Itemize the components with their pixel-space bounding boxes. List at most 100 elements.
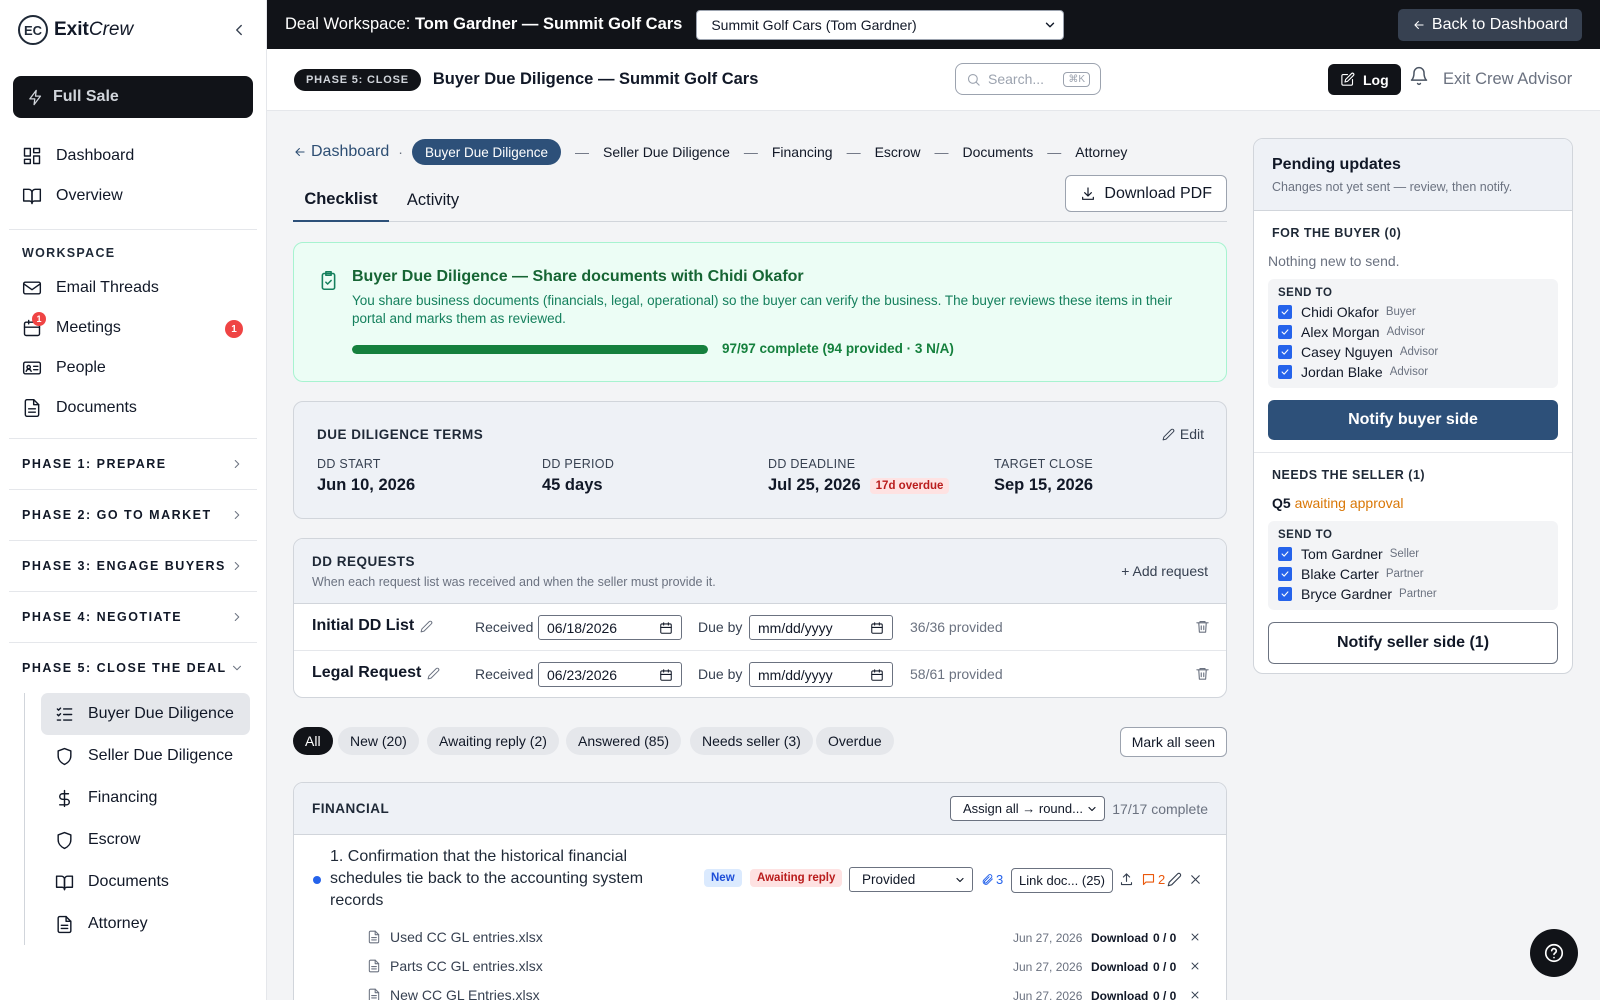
arrow-left-icon: [295, 147, 305, 157]
close-icon[interactable]: [1189, 989, 1201, 1000]
sidebar-item-escrow[interactable]: Escrow: [41, 819, 250, 861]
progress-fill: [352, 345, 708, 354]
deal-mode-button[interactable]: Full Sale: [13, 76, 253, 118]
phase-1-toggle[interactable]: PHASE 1: PREPARE: [0, 439, 266, 489]
filter-all[interactable]: All: [293, 727, 333, 755]
breadcrumb-step-attorney[interactable]: Attorney: [1075, 144, 1127, 160]
sidebar-item-people[interactable]: People: [0, 348, 266, 388]
attachments-count[interactable]: 3: [981, 872, 1003, 887]
recipient-checkbox[interactable]: Blake Carter Partner: [1278, 564, 1548, 584]
mark-all-seen-button[interactable]: Mark all seen: [1119, 727, 1227, 757]
trash-icon[interactable]: [1195, 666, 1210, 681]
pending-question[interactable]: Q5 awaiting approval: [1268, 495, 1558, 511]
workspace-section-label: WORKSPACE: [22, 246, 116, 260]
pending-title: Pending updates: [1272, 156, 1401, 173]
pencil-icon[interactable]: [420, 620, 433, 633]
received-date-input[interactable]: 06/23/2026: [538, 662, 682, 687]
download-link[interactable]: Download: [1091, 931, 1148, 945]
phase-3-toggle[interactable]: PHASE 3: ENGAGE BUYERS: [0, 541, 266, 591]
phase-5-toggle[interactable]: PHASE 5: CLOSE THE DEAL: [0, 643, 266, 693]
sidebar-item-dashboard[interactable]: Dashboard: [0, 136, 266, 176]
book-icon: [55, 874, 74, 890]
meetings-icon-badge: 1: [32, 312, 46, 326]
log-button[interactable]: Log: [1328, 64, 1401, 95]
sidebar-item-meetings[interactable]: 1 Meetings 1: [0, 308, 266, 348]
search-shortcut: ⌘K: [1063, 71, 1090, 87]
document-icon: [57, 915, 72, 933]
pencil-icon[interactable]: [1167, 872, 1182, 887]
comments-count[interactable]: 2: [1141, 872, 1165, 887]
breadcrumb-step-escrow[interactable]: Escrow: [875, 144, 921, 160]
received-date-input[interactable]: 06/18/2026: [538, 615, 682, 640]
download-link[interactable]: Download: [1091, 960, 1148, 974]
chevron-down-icon: [1088, 806, 1096, 811]
bell-icon[interactable]: [1409, 66, 1429, 86]
user-menu[interactable]: Exit Crew Advisor: [1443, 70, 1572, 89]
pencil-icon[interactable]: [427, 667, 440, 680]
file-name[interactable]: Parts CC GL entries.xlsx: [390, 958, 543, 974]
filter-needs-seller[interactable]: Needs seller (3): [690, 727, 813, 755]
upload-icon[interactable]: [1119, 872, 1134, 887]
add-request-button[interactable]: + Add request: [1121, 563, 1208, 579]
dd-requests-subtitle: When each request list was received and …: [312, 575, 716, 589]
deal-select[interactable]: Summit Golf Cars (Tom Gardner): [696, 9, 1065, 40]
tab-activity[interactable]: Activity: [389, 178, 477, 222]
tab-checklist[interactable]: Checklist: [293, 178, 389, 222]
edit-terms-button[interactable]: Edit: [1162, 426, 1204, 442]
trash-icon[interactable]: [1195, 619, 1210, 634]
due-date-input[interactable]: mm/dd/yyyy: [749, 662, 893, 687]
chevron-right-icon: [234, 510, 240, 520]
close-icon[interactable]: [1189, 960, 1201, 972]
filter-awaiting-reply[interactable]: Awaiting reply (2): [427, 727, 559, 755]
notify-seller-button[interactable]: Notify seller side (1): [1268, 622, 1558, 664]
sidebar: EC ExitCrew Full Sale Dashboard Overview…: [0, 0, 267, 1000]
sidebar-item-attorney[interactable]: Attorney: [41, 903, 250, 945]
brand-name: ExitCrew: [54, 19, 134, 40]
phase-4-toggle[interactable]: PHASE 4: NEGOTIATE: [0, 592, 266, 642]
sidebar-item-phase-documents[interactable]: Documents: [41, 861, 250, 903]
sidebar-item-email-threads[interactable]: Email Threads: [0, 268, 266, 308]
file-name[interactable]: New CC GL Entries.xlsx: [390, 987, 540, 1000]
link-doc-button[interactable]: Link doc... (25): [1011, 868, 1113, 893]
back-to-dashboard-button[interactable]: Back to Dashboard: [1397, 8, 1582, 41]
collapse-sidebar-icon[interactable]: [230, 21, 248, 39]
recipient-checkbox[interactable]: Chidi Okafor Buyer: [1278, 302, 1548, 322]
search-input[interactable]: Search... ⌘K: [955, 63, 1101, 95]
recipient-checkbox[interactable]: Tom Gardner Seller: [1278, 544, 1548, 564]
breadcrumb-step-financing[interactable]: Financing: [772, 144, 833, 160]
recipient-checkbox[interactable]: Casey Nguyen Advisor: [1278, 342, 1548, 362]
meetings-count-badge: 1: [225, 320, 243, 338]
sidebar-item-overview[interactable]: Overview: [0, 176, 266, 216]
due-date-input[interactable]: mm/dd/yyyy: [749, 615, 893, 640]
sidebar-item-buyer-due-diligence[interactable]: Buyer Due Diligence: [41, 693, 250, 735]
notify-buyer-button[interactable]: Notify buyer side: [1268, 400, 1558, 440]
close-icon[interactable]: [1188, 872, 1203, 887]
comment-icon: [1142, 873, 1155, 886]
phase-2-toggle[interactable]: PHASE 2: GO TO MARKET: [0, 490, 266, 540]
breadcrumb-step-seller-dd[interactable]: Seller Due Diligence: [603, 144, 730, 160]
clipboard-check-icon: [318, 270, 339, 291]
sidebar-item-seller-due-diligence[interactable]: Seller Due Diligence: [41, 735, 250, 777]
breadcrumb-dashboard-link[interactable]: Dashboard: [293, 143, 389, 161]
filter-overdue[interactable]: Overdue: [816, 727, 894, 755]
recipient-checkbox[interactable]: Bryce Gardner Partner: [1278, 584, 1548, 604]
shield-icon: [57, 747, 72, 765]
download-pdf-button[interactable]: Download PDF: [1065, 175, 1227, 212]
sidebar-item-financing[interactable]: Financing: [41, 777, 250, 819]
download-link[interactable]: Download: [1091, 989, 1148, 1000]
calendar-icon: [660, 668, 672, 681]
filter-new[interactable]: New (20): [338, 727, 419, 755]
filter-answered[interactable]: Answered (85): [566, 727, 682, 755]
recipient-checkbox[interactable]: Jordan Blake Advisor: [1278, 362, 1548, 382]
help-button[interactable]: [1530, 929, 1578, 977]
sidebar-item-documents[interactable]: Documents: [0, 388, 266, 428]
download-icon: [1082, 186, 1095, 200]
status-select[interactable]: Provided: [849, 867, 973, 892]
term-target-close: TARGET CLOSE Sep 15, 2026: [994, 457, 1094, 494]
file-name[interactable]: Used CC GL entries.xlsx: [390, 929, 543, 945]
breadcrumb-step-documents[interactable]: Documents: [962, 144, 1033, 160]
recipient-checkbox[interactable]: Alex Morgan Advisor: [1278, 322, 1548, 342]
close-icon[interactable]: [1189, 931, 1201, 943]
breadcrumb-step-active[interactable]: Buyer Due Diligence: [411, 139, 562, 165]
assign-all-select[interactable]: Assign all → round...: [950, 796, 1105, 821]
